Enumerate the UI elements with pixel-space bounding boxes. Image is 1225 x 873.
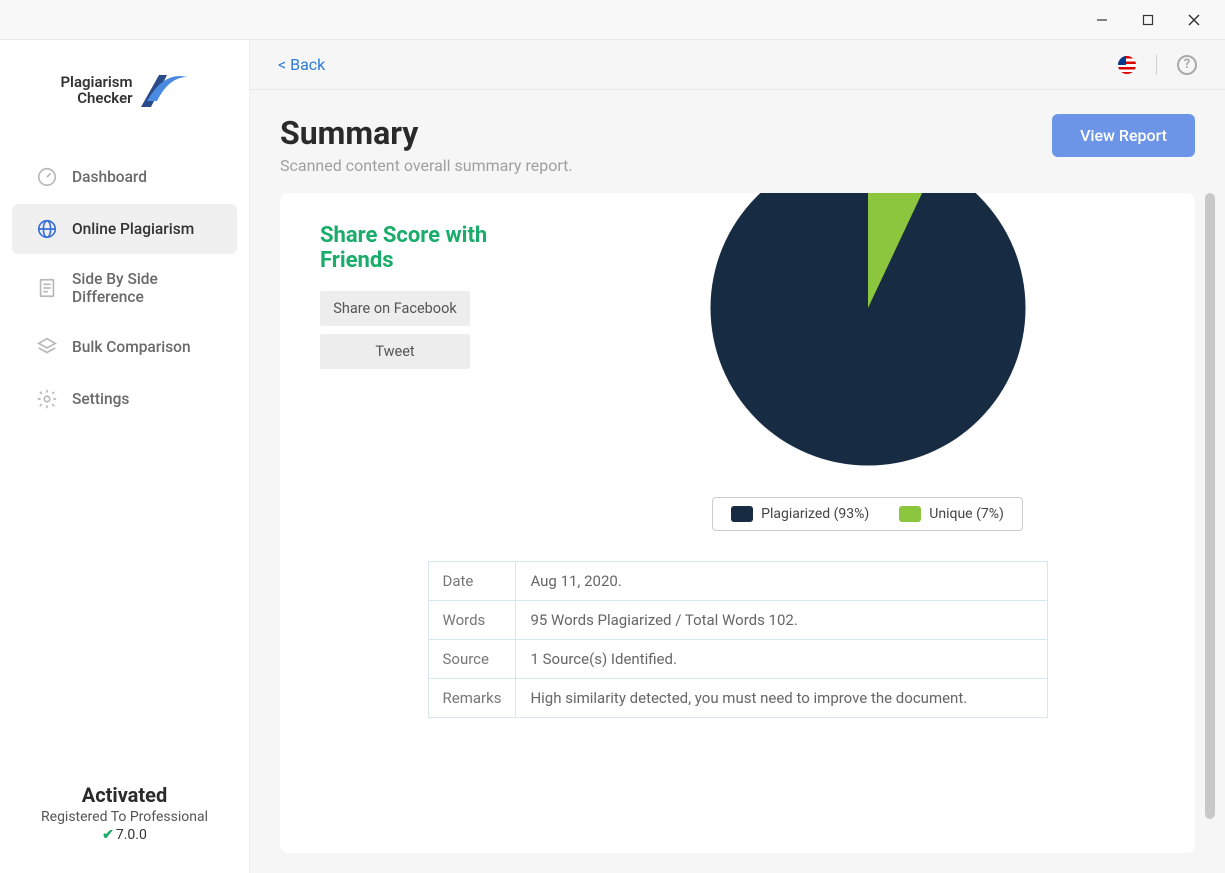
share-tweet-button[interactable]: Tweet <box>320 334 470 369</box>
page-subtitle: Scanned content overall summary report. <box>280 156 573 175</box>
table-value: High similarity detected, you must need … <box>516 679 1047 718</box>
flag-us-icon[interactable] <box>1118 56 1136 74</box>
gauge-icon <box>36 166 58 188</box>
table-row: DateAug 11, 2020. <box>428 562 1047 601</box>
table-row: Words95 Words Plagiarized / Total Words … <box>428 601 1047 640</box>
pie-chart <box>693 193 1043 483</box>
nav-label: Online Plagiarism <box>72 220 194 238</box>
gear-icon <box>36 388 58 410</box>
logo-mark-icon <box>139 71 189 109</box>
table-row: Source1 Source(s) Identified. <box>428 640 1047 679</box>
window-titlebar <box>0 0 1225 40</box>
summary-table: DateAug 11, 2020.Words95 Words Plagiariz… <box>428 561 1048 718</box>
sidebar-item-side-by-side[interactable]: Side By Side Difference <box>12 256 237 320</box>
topbar: < Back ? <box>250 40 1225 90</box>
minimize-button[interactable] <box>1079 4 1125 36</box>
legend-swatch-icon <box>899 506 921 522</box>
nav-label: Bulk Comparison <box>72 338 191 356</box>
sidebar-item-settings[interactable]: Settings <box>12 374 237 424</box>
table-value: Aug 11, 2020. <box>516 562 1047 601</box>
main-content: < Back ? Summary Scanned content overall… <box>250 40 1225 873</box>
maximize-button[interactable] <box>1125 4 1171 36</box>
nav-label: Dashboard <box>72 168 147 186</box>
page-header: Summary Scanned content overall summary … <box>250 90 1225 193</box>
scrollbar[interactable] <box>1205 193 1215 873</box>
logo-line2: Checker <box>77 90 132 107</box>
legend-swatch-icon <box>731 506 753 522</box>
table-value: 95 Words Plagiarized / Total Words 102. <box>516 601 1047 640</box>
nav-label: Settings <box>72 390 129 408</box>
share-facebook-button[interactable]: Share on Facebook <box>320 291 470 326</box>
table-label: Remarks <box>428 679 516 718</box>
nav-label: Side By Side Difference <box>72 270 213 306</box>
table-label: Date <box>428 562 516 601</box>
registered-label: Registered To Professional <box>0 809 249 825</box>
sidebar: Plagiarism Checker Dashboard Online Plag… <box>0 40 250 873</box>
table-label: Words <box>428 601 516 640</box>
table-label: Source <box>428 640 516 679</box>
sidebar-footer: Activated Registered To Professional ✔ 7… <box>0 763 249 873</box>
page-title: Summary <box>280 114 573 152</box>
nav: Dashboard Online Plagiarism Side By Side… <box>0 140 249 763</box>
table-value: 1 Source(s) Identified. <box>516 640 1047 679</box>
back-link[interactable]: < Back <box>278 55 325 74</box>
logo: Plagiarism Checker <box>0 40 249 140</box>
check-icon: ✔ <box>102 827 114 843</box>
sidebar-item-bulk-comparison[interactable]: Bulk Comparison <box>12 322 237 372</box>
share-title: Share Score with Friends <box>320 223 540 273</box>
sidebar-item-dashboard[interactable]: Dashboard <box>12 152 237 202</box>
legend-unique: Unique (7%) <box>899 506 1004 522</box>
help-icon[interactable]: ? <box>1177 55 1197 75</box>
logo-line1: Plagiarism <box>60 74 132 91</box>
legend-plagiarized: Plagiarized (93%) <box>731 506 869 522</box>
view-report-button[interactable]: View Report <box>1052 114 1195 157</box>
close-button[interactable] <box>1171 4 1217 36</box>
document-icon <box>36 277 58 299</box>
divider <box>1156 55 1157 75</box>
globe-icon <box>36 218 58 240</box>
table-row: RemarksHigh similarity detected, you mus… <box>428 679 1047 718</box>
layers-icon <box>36 336 58 358</box>
version-label: ✔ 7.0.0 <box>0 827 249 843</box>
chart-legend: Plagiarized (93%) Unique (7%) <box>712 497 1023 531</box>
sidebar-item-online-plagiarism[interactable]: Online Plagiarism <box>12 204 237 254</box>
summary-card: Share Score with Friends Share on Facebo… <box>280 193 1195 853</box>
activated-label: Activated <box>0 783 249 807</box>
